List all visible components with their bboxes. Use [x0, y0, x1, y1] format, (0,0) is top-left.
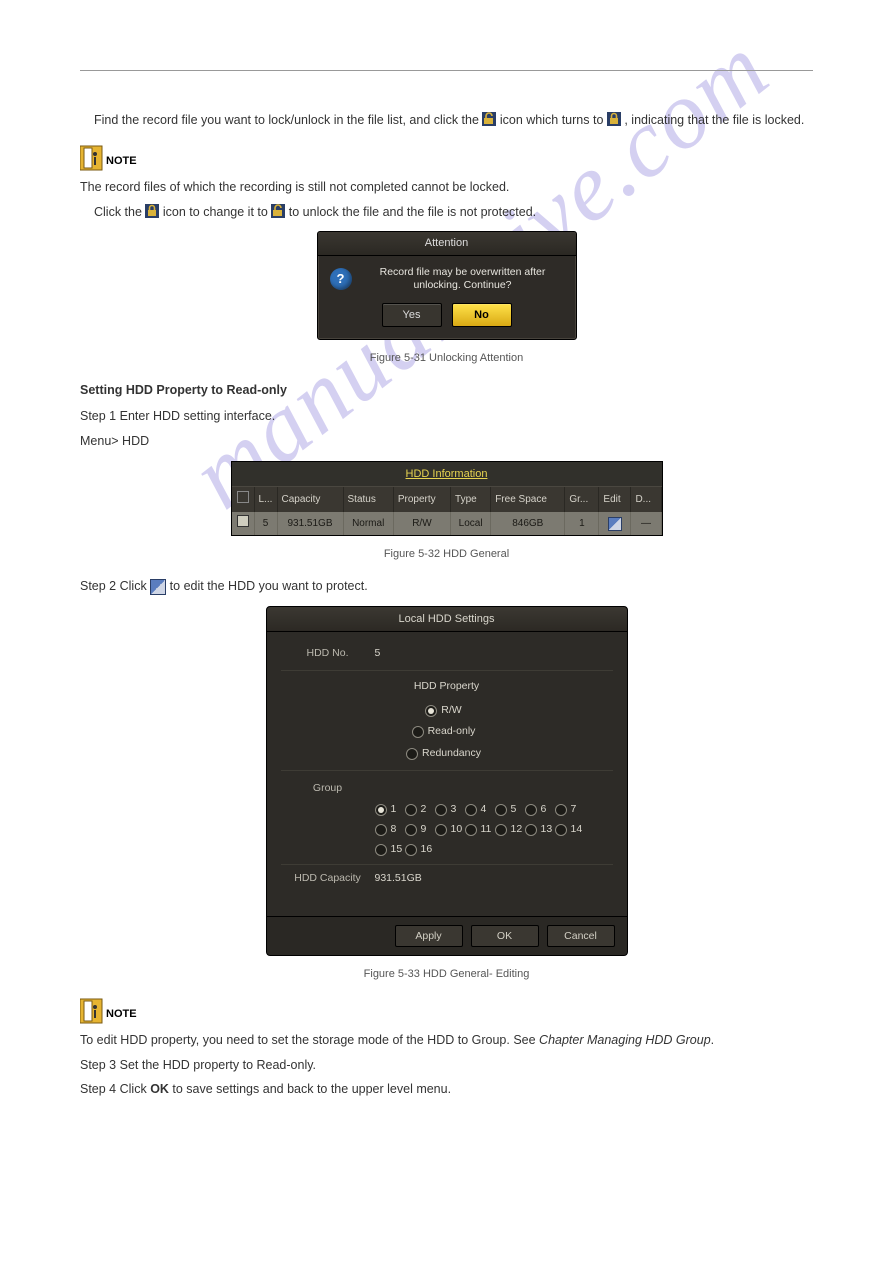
lock-closed-icon — [607, 112, 621, 126]
hdd-info-panel: HDD Information L... Capacity Status Pro… — [231, 461, 663, 537]
hdd-no-label: HDD No. — [281, 646, 375, 662]
radio-rw[interactable]: R/W — [425, 703, 461, 719]
step: Step 3 Set the HDD property to Read-only… — [80, 1056, 813, 1075]
radio-group-2[interactable]: 2 — [405, 802, 435, 818]
radio-group-3[interactable]: 3 — [435, 802, 465, 818]
radio-group-1[interactable]: 1 — [375, 802, 405, 818]
delete-icon[interactable]: — — [631, 512, 661, 535]
radio-group-7[interactable]: 7 — [555, 802, 585, 818]
no-button[interactable]: No — [452, 303, 512, 327]
figure-caption: Figure 5-31 Unlocking Attention — [80, 350, 813, 367]
lock-open-icon — [482, 112, 496, 126]
hdd-property-label: HDD Property — [281, 679, 613, 695]
checkbox-header[interactable] — [232, 487, 255, 512]
apply-button[interactable]: Apply — [395, 925, 463, 947]
table-row[interactable]: 5 931.51GB Normal R/W Local 846GB 1 — — [232, 512, 662, 535]
step: Step 1 Enter HDD setting interface. — [80, 407, 813, 426]
row-checkbox[interactable] — [232, 512, 255, 535]
radio-group-11[interactable]: 11 — [465, 822, 495, 838]
radio-group-12[interactable]: 12 — [495, 822, 525, 838]
dialog-title: Local HDD Settings — [267, 607, 627, 633]
panel-title: HDD Information — [232, 462, 662, 488]
yes-button[interactable]: Yes — [382, 303, 442, 327]
hdd-capacity-value: 931.51GB — [375, 871, 422, 887]
step: Step 4 Click OK to save settings and bac… — [80, 1080, 813, 1099]
svg-text:NOTE: NOTE — [106, 1008, 137, 1020]
group-label: Group — [281, 781, 375, 797]
edit-icon — [150, 577, 166, 596]
radio-readonly[interactable]: Read-only — [412, 724, 476, 740]
local-hdd-settings-dialog: Local HDD Settings HDD No.5 HDD Property… — [266, 606, 628, 957]
dialog-title: Attention — [318, 232, 576, 256]
lock-closed-icon — [145, 204, 159, 218]
radio-redundancy[interactable]: Redundancy — [406, 746, 481, 762]
question-icon: ? — [330, 268, 352, 290]
note-text: The record files of which the recording … — [80, 178, 813, 197]
radio-group-15[interactable]: 15 — [375, 842, 405, 858]
attention-dialog: Attention ? Record file may be overwritt… — [317, 231, 577, 340]
radio-group-14[interactable]: 14 — [555, 822, 585, 838]
hdd-capacity-label: HDD Capacity — [281, 871, 375, 887]
radio-group-13[interactable]: 13 — [525, 822, 555, 838]
note-icon: NOTE — [80, 997, 138, 1025]
dialog-message: Record file may be overwritten after unl… — [362, 266, 564, 293]
cancel-button[interactable]: Cancel — [547, 925, 615, 947]
edit-icon[interactable] — [599, 512, 631, 535]
lock-open-icon — [271, 204, 285, 218]
figure-caption: Figure 5-32 HDD General — [80, 546, 813, 563]
radio-group-10[interactable]: 10 — [435, 822, 465, 838]
hdd-no-value: 5 — [375, 646, 381, 662]
figure-caption: Figure 5-33 HDD General- Editing — [80, 966, 813, 983]
radio-group-9[interactable]: 9 — [405, 822, 435, 838]
section-heading: Setting HDD Property to Read-only — [80, 383, 287, 397]
table-header-row: L... Capacity Status Property Type Free … — [232, 487, 662, 512]
instruction: Click the icon to change it to to unlock… — [94, 203, 813, 222]
radio-group-8[interactable]: 8 — [375, 822, 405, 838]
radio-group-16[interactable]: 16 — [405, 842, 435, 858]
svg-text:NOTE: NOTE — [106, 155, 137, 167]
menu-path: Menu> HDD — [80, 432, 813, 451]
radio-group-6[interactable]: 6 — [525, 802, 555, 818]
step: Step 2 Click to edit the HDD you want to… — [80, 577, 813, 596]
ok-button[interactable]: OK — [471, 925, 539, 947]
instruction: Find the record file you want to lock/un… — [94, 111, 813, 130]
radio-group-5[interactable]: 5 — [495, 802, 525, 818]
header-rule — [80, 70, 813, 71]
note-icon: NOTE — [80, 144, 138, 172]
radio-group-4[interactable]: 4 — [465, 802, 495, 818]
note-text: To edit HDD property, you need to set th… — [80, 1031, 813, 1050]
